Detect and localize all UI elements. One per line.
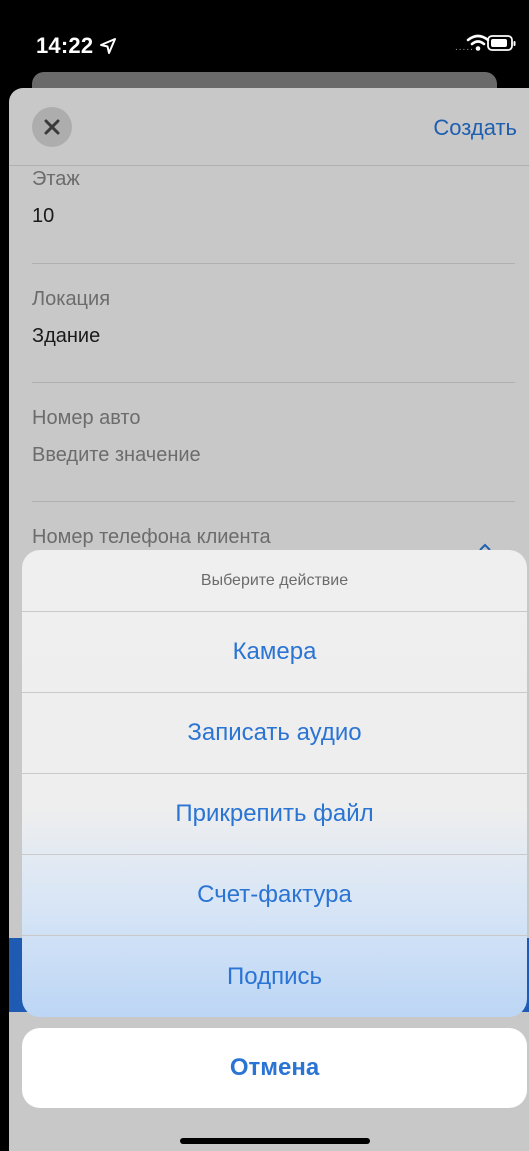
action-record-audio[interactable]: Записать аудио <box>22 693 527 774</box>
divider <box>32 382 515 383</box>
field-label: Номер авто <box>32 407 141 429</box>
action-attach-file[interactable]: Прикрепить файл <box>22 774 527 855</box>
car-number-input[interactable]: Введите значение <box>32 444 515 467</box>
action-signature[interactable]: Подпись <box>22 936 527 1017</box>
field-label: Локация <box>32 288 111 310</box>
field-value: Здание <box>32 325 101 347</box>
field-location[interactable]: Локация Здание <box>32 288 515 348</box>
status-time: 14:22 <box>36 33 94 58</box>
sheet-header: Создать <box>9 88 529 166</box>
close-icon <box>44 119 60 135</box>
field-car-number[interactable]: Номер авто Введите значение <box>32 407 515 467</box>
field-floor[interactable]: Этаж 10 <box>32 168 515 228</box>
action-sheet-title: Выберите действие <box>22 550 527 612</box>
screen: 14:22 ..... Создать Этаж 10 Локация Здан… <box>0 0 529 1151</box>
action-camera[interactable]: Камера <box>22 612 527 693</box>
field-value: 10 <box>32 205 55 227</box>
field-label: Номер телефона клиента <box>32 526 271 548</box>
action-invoice[interactable]: Счет-фактура <box>22 855 527 936</box>
divider <box>32 263 515 264</box>
field-label: Этаж <box>32 168 80 190</box>
action-sheet: Выберите действие Камера Записать аудио … <box>22 550 527 1017</box>
divider <box>32 501 515 502</box>
cancel-button[interactable]: Отмена <box>22 1028 527 1108</box>
field-client-phone[interactable]: Номер телефона клиента <box>32 526 515 549</box>
battery-icon <box>487 35 516 51</box>
location-arrow-icon <box>100 38 116 54</box>
create-button[interactable]: Создать <box>433 115 517 141</box>
home-indicator <box>180 1138 370 1144</box>
close-button[interactable] <box>32 107 72 147</box>
